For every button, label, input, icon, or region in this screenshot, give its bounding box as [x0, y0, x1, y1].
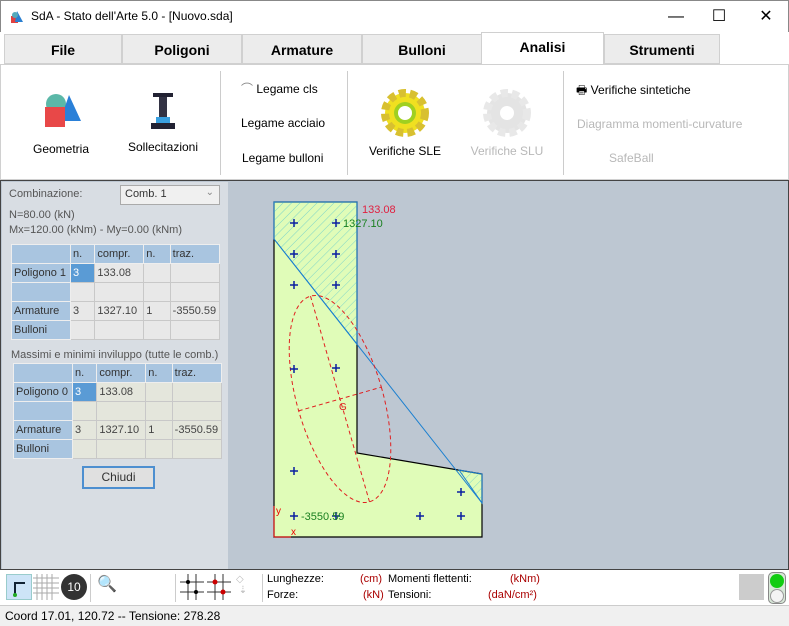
window-title: SdA - Stato dell'Arte 5.0 - [Nuovo.sda] [31, 9, 233, 23]
tab-armature[interactable]: Armature [242, 34, 362, 64]
verifiche-slu-label: Verifiche SLU [470, 144, 544, 158]
sollecitazioni-button[interactable]: Sollecitazioni [121, 93, 205, 154]
snap-node-button[interactable] [6, 574, 32, 600]
ribbon-separator [347, 71, 348, 175]
toolbar-separator [175, 574, 176, 602]
sollecitazioni-label: Sollecitazioni [127, 140, 199, 154]
bolts-icon: ◇ ⇣ [236, 574, 248, 596]
ribbon-separator [220, 71, 221, 175]
gear-icon [381, 89, 429, 137]
ribbon-separator [563, 71, 564, 175]
tab-poligoni[interactable]: Poligoni [122, 34, 242, 64]
tensioni-unit: (daN/cm²) [488, 589, 537, 601]
safeball-button[interactable]: SafeBall [609, 151, 654, 165]
tab-file[interactable]: File [4, 34, 122, 64]
toolbar-separator [90, 574, 91, 602]
legame-bulloni-button[interactable]: Legame bulloni [242, 151, 323, 165]
grid-icon [33, 574, 59, 600]
verifiche-slu-button[interactable]: Verifiche SLU [467, 87, 547, 158]
close-button[interactable]: ✕ [751, 5, 781, 29]
gear-icon [483, 89, 531, 137]
verifiche-sle-button[interactable]: Verifiche SLE [365, 87, 445, 158]
tensioni-label: Tensioni: [388, 589, 432, 601]
geometry-shapes-icon [45, 94, 81, 127]
app-icon [11, 11, 23, 23]
forze-label: Forze: [267, 589, 299, 601]
status-bar: Coord 17.01, 120.72 -- Tensione: 278.28 [0, 605, 789, 626]
tab-bulloni[interactable]: Bulloni [362, 34, 482, 64]
momenti-label: Momenti flettenti: [388, 573, 472, 585]
rebar-icon [180, 574, 204, 600]
max-compression-label: 133.08 [362, 204, 396, 216]
legame-cls-button[interactable]: ⌒ Legame cls [241, 80, 318, 97]
lunghezze-label: Lunghezze: [267, 573, 324, 585]
printer-icon: 🖶 [576, 83, 588, 97]
zoom-button[interactable]: 🔍 [94, 574, 120, 600]
work-area: Combinazione: Comb. 1 ⌄ N=80.00 (kN) Mx=1… [0, 180, 789, 570]
max-bar-tension-label: -3550.59 [301, 511, 344, 523]
maximize-button[interactable]: ☐ [704, 5, 734, 29]
font-size-button[interactable]: 10 [61, 574, 87, 600]
ribbon-tabs: File Poligoni Armature Bulloni Analisi S… [4, 32, 784, 65]
axis-y-label: y [276, 506, 281, 517]
grid-button[interactable] [33, 574, 59, 600]
bars-view-button[interactable] [180, 574, 206, 600]
rebar-stress-icon [207, 574, 231, 600]
zoom-icon: 🔍 [97, 576, 117, 593]
tab-analisi[interactable]: Analisi [481, 32, 604, 65]
verifiche-sintetiche-label: Verifiche sintetiche [590, 83, 691, 97]
forze-unit: (kN) [363, 589, 384, 601]
legame-cls-label: Legame cls [256, 82, 318, 96]
toolbar-separator [262, 574, 263, 602]
minimize-button[interactable]: — [661, 5, 691, 29]
momenti-unit: (kNm) [510, 573, 540, 585]
tab-strumenti[interactable]: Strumenti [604, 34, 720, 64]
bars-stress-button[interactable] [207, 574, 233, 600]
traffic-light-indicator [768, 572, 786, 604]
bolts-view-button[interactable]: ◇ ⇣ [236, 574, 262, 600]
verifiche-sintetiche-button[interactable]: 🖶 Verifiche sintetiche [576, 81, 691, 102]
ribbon-panel: Geometria Sollecitazioni ⌒ Legame cls Le… [0, 64, 789, 180]
max-bar-compression-label: 1327.10 [343, 218, 383, 230]
press-load-icon [151, 93, 175, 129]
geometria-button[interactable]: Geometria [21, 91, 101, 156]
legame-acciaio-button[interactable]: Legame acciaio [241, 116, 325, 130]
centroid-label: G [339, 402, 347, 413]
section-drawing[interactable]: 133.08 1327.10 -3550.59 G y x [1, 181, 789, 571]
node-icon [13, 582, 25, 597]
verifiche-sle-label: Verifiche SLE [368, 144, 442, 158]
bottom-toolbar: 10 🔍 ◇ ⇣ Lunghezze: (cm) Forze: (kN) Mom… [0, 570, 789, 605]
diagramma-button[interactable]: Diagramma momenti-curvature [577, 117, 742, 131]
title-bar: SdA - Stato dell'Arte 5.0 - [Nuovo.sda] … [0, 0, 789, 32]
color-swatch[interactable] [739, 574, 764, 600]
geometria-label: Geometria [32, 142, 90, 156]
off-light-icon [770, 589, 784, 603]
lunghezze-unit: (cm) [360, 573, 382, 585]
axis-x-label: x [291, 527, 296, 538]
green-light-icon [770, 574, 784, 588]
stress-strain-icon: ⌒ [241, 82, 254, 96]
